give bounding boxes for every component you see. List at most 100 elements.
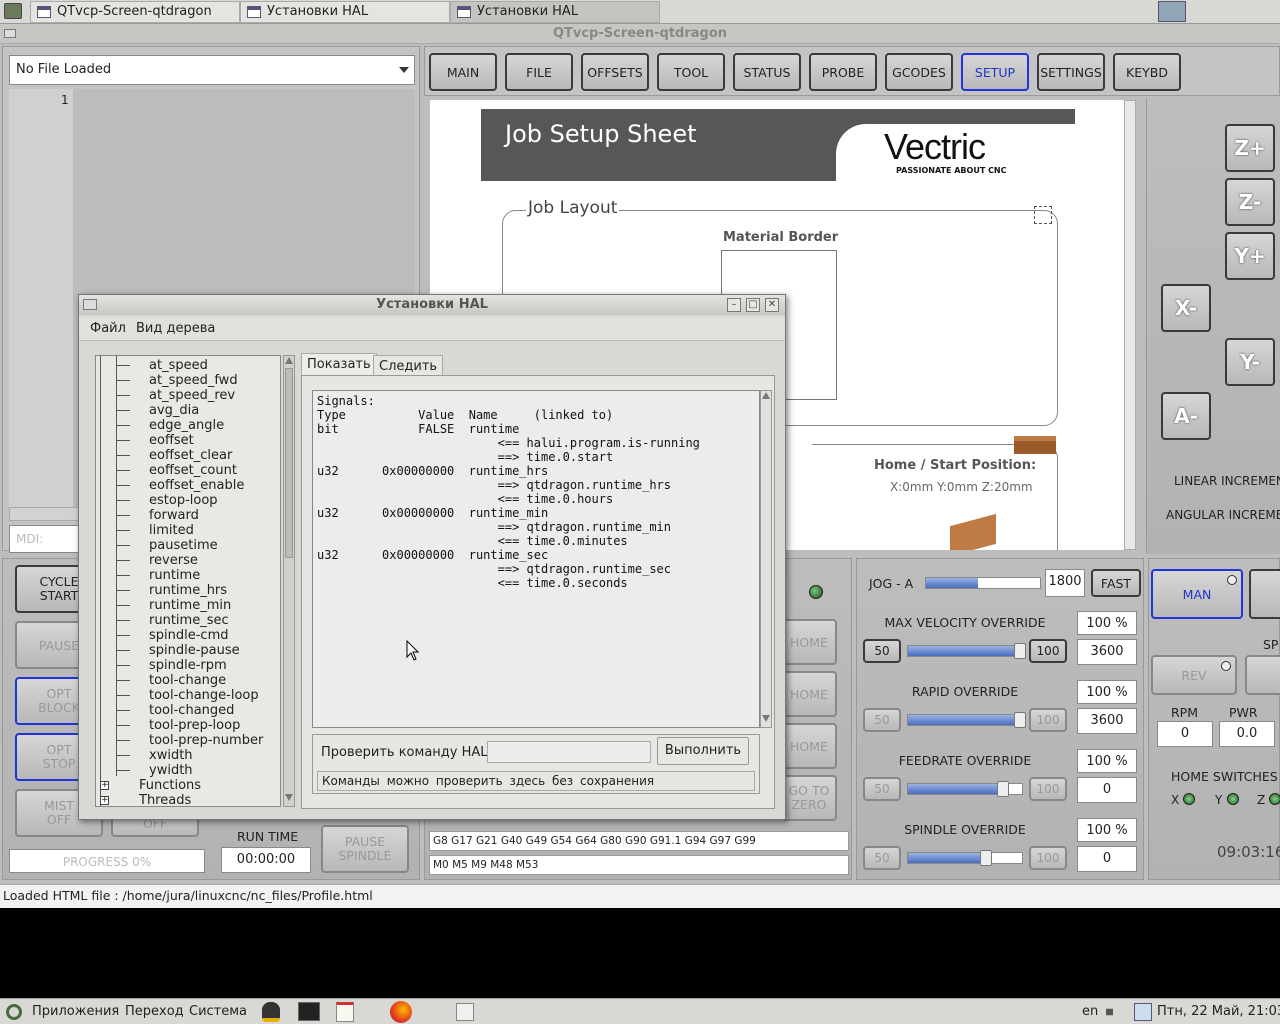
show-desktop-icon[interactable] <box>456 1003 474 1021</box>
override-slider-handle[interactable] <box>1014 712 1026 728</box>
linux-penguin-icon[interactable] <box>262 1002 280 1022</box>
window-menu-icon[interactable] <box>4 29 16 38</box>
tree-item-label: at_speed <box>149 358 208 373</box>
override-title: FEEDRATE OVERRIDE <box>898 753 1032 768</box>
home-x-button[interactable]: HOME <box>781 619 837 665</box>
override-min-button[interactable]: 50 <box>863 708 901 732</box>
fit-view-icon[interactable] <box>1034 206 1052 224</box>
taskbar-tab-qtdragon[interactable]: QTvcp-Screen-qtdragon <box>30 1 240 23</box>
file-combo[interactable]: No File Loaded <box>9 55 415 85</box>
execute-button[interactable]: Выполнить <box>657 737 749 765</box>
maximize-icon[interactable]: □ <box>746 298 760 312</box>
jog-rate-field[interactable]: 1800 <box>1045 569 1085 597</box>
jog-z-plus-button[interactable]: Z+ <box>1225 124 1275 172</box>
tree-connector <box>116 560 130 561</box>
signals-scrollbar[interactable] <box>760 390 772 728</box>
home-z-button[interactable]: HOME <box>781 723 837 769</box>
tree-connector <box>116 680 130 681</box>
scroll-thumb[interactable] <box>285 368 293 558</box>
tree-scrollbar[interactable] <box>283 355 295 807</box>
tab-setup[interactable]: SETUP <box>961 53 1029 91</box>
keyboard-layout[interactable]: en <box>1082 1004 1098 1019</box>
override-min-button[interactable]: 50 <box>863 777 901 801</box>
home-y-button[interactable]: HOME <box>781 671 837 717</box>
run-time-label: RUN TIME <box>237 829 299 844</box>
override-min-button[interactable]: 50 <box>863 846 901 870</box>
text-editor-icon[interactable] <box>336 1002 354 1022</box>
scroll-down-icon[interactable] <box>762 715 770 722</box>
job-layout-title: Job Layout <box>526 198 620 218</box>
override-max-button[interactable]: 100 <box>1029 846 1067 870</box>
taskbar-tab-hal-1[interactable]: Установки HAL <box>240 1 450 23</box>
tab-probe[interactable]: PROBE <box>809 53 877 91</box>
override-slider[interactable] <box>907 850 1023 866</box>
scroll-up-icon[interactable] <box>285 357 293 364</box>
dialog-menu-icon[interactable] <box>83 299 97 310</box>
menu-system[interactable]: Система <box>189 1004 247 1019</box>
tab-tool[interactable]: TOOL <box>657 53 725 91</box>
sheet-scrollbar[interactable] <box>1124 100 1136 550</box>
minimize-icon[interactable]: – <box>727 298 741 312</box>
override-slider[interactable] <box>907 712 1026 728</box>
scroll-down-icon[interactable] <box>285 794 293 801</box>
apps-logo-icon[interactable] <box>6 1004 22 1020</box>
override-min-button[interactable]: 50 <box>863 639 901 663</box>
desktop-switcher-icon[interactable] <box>1158 1 1186 22</box>
menu-apps[interactable]: Приложения <box>32 1004 119 1019</box>
expand-plus-icon[interactable]: + <box>100 796 109 805</box>
pause-spindle-button[interactable]: PAUSE SPINDLE <box>321 825 409 873</box>
tab-watch[interactable]: Следить <box>373 355 444 377</box>
workspace-icon[interactable] <box>4 3 22 19</box>
menu-go[interactable]: Переход <box>125 1004 184 1019</box>
expand-plus-icon[interactable]: + <box>100 781 109 790</box>
jog-z-minus-button[interactable]: Z- <box>1225 178 1275 226</box>
go-to-zero-button[interactable]: GO TO ZERO <box>781 775 837 821</box>
signals-text[interactable]: Signals: Type Value Name (linked to) bit… <box>312 390 760 728</box>
brand-logo: Vectric <box>884 126 986 167</box>
jog-a-minus-button[interactable]: A- <box>1161 392 1211 440</box>
tab-keybd[interactable]: KEYBD <box>1113 53 1181 91</box>
tab-settings[interactable]: SETTINGS <box>1037 53 1105 91</box>
network-icon[interactable] <box>1134 1003 1152 1021</box>
jog-slider[interactable] <box>925 577 1041 589</box>
spindle-fwd-button[interactable] <box>1245 655 1280 695</box>
close-icon[interactable]: ✕ <box>765 298 779 312</box>
override-value: 3600 <box>1077 708 1137 734</box>
override-slider[interactable] <box>907 643 1026 659</box>
override-slider-handle[interactable] <box>996 781 1009 797</box>
tree-connector <box>116 365 130 366</box>
auto-mode-button[interactable] <box>1249 569 1280 619</box>
tab-main[interactable]: MAIN <box>429 53 497 91</box>
volume-icon[interactable] <box>1106 1004 1119 1020</box>
jog-x-minus-button[interactable]: X- <box>1161 284 1211 332</box>
hal-tree[interactable]: at_speed at_speed_fwd at_speed_rev avg_dia e… <box>95 355 281 807</box>
tab-file[interactable]: FILE <box>505 53 573 91</box>
override-slider[interactable] <box>907 781 1023 797</box>
override-max-button[interactable]: 100 <box>1029 708 1067 732</box>
tab-offsets[interactable]: OFFSETS <box>581 53 649 91</box>
scroll-up-icon[interactable] <box>762 392 770 399</box>
tab-status[interactable]: STATUS <box>733 53 801 91</box>
terminal-icon[interactable] <box>298 1002 320 1021</box>
menu-file[interactable]: Файл <box>90 321 126 336</box>
jog-y-plus-button[interactable]: Y+ <box>1225 232 1275 280</box>
tab-show[interactable]: Показать <box>301 353 377 375</box>
tree-connector <box>116 425 130 426</box>
tree-connector <box>116 470 130 471</box>
override-slider-handle[interactable] <box>979 850 992 866</box>
jog-y-minus-button[interactable]: Y- <box>1225 338 1275 386</box>
tree-connector <box>116 530 130 531</box>
tree-connector <box>116 740 130 741</box>
datetime[interactable]: Птн, 22 Май, 21:03 <box>1157 1004 1280 1019</box>
tree-item-label: spindle-cmd <box>149 628 229 643</box>
firefox-icon[interactable] <box>390 1001 412 1023</box>
override-slider-handle[interactable] <box>1014 643 1026 659</box>
override-max-button[interactable]: 100 <box>1029 639 1067 663</box>
fast-button[interactable]: FAST <box>1091 569 1141 597</box>
override-max-button[interactable]: 100 <box>1029 777 1067 801</box>
taskbar-tab-hal-2[interactable]: Установки HAL <box>450 1 660 23</box>
tab-gcodes[interactable]: GCODES <box>885 53 953 91</box>
command-input[interactable] <box>487 741 651 763</box>
menu-tree-view[interactable]: Вид дерева <box>136 321 215 336</box>
tree-item-label: at_speed_fwd <box>149 373 238 388</box>
